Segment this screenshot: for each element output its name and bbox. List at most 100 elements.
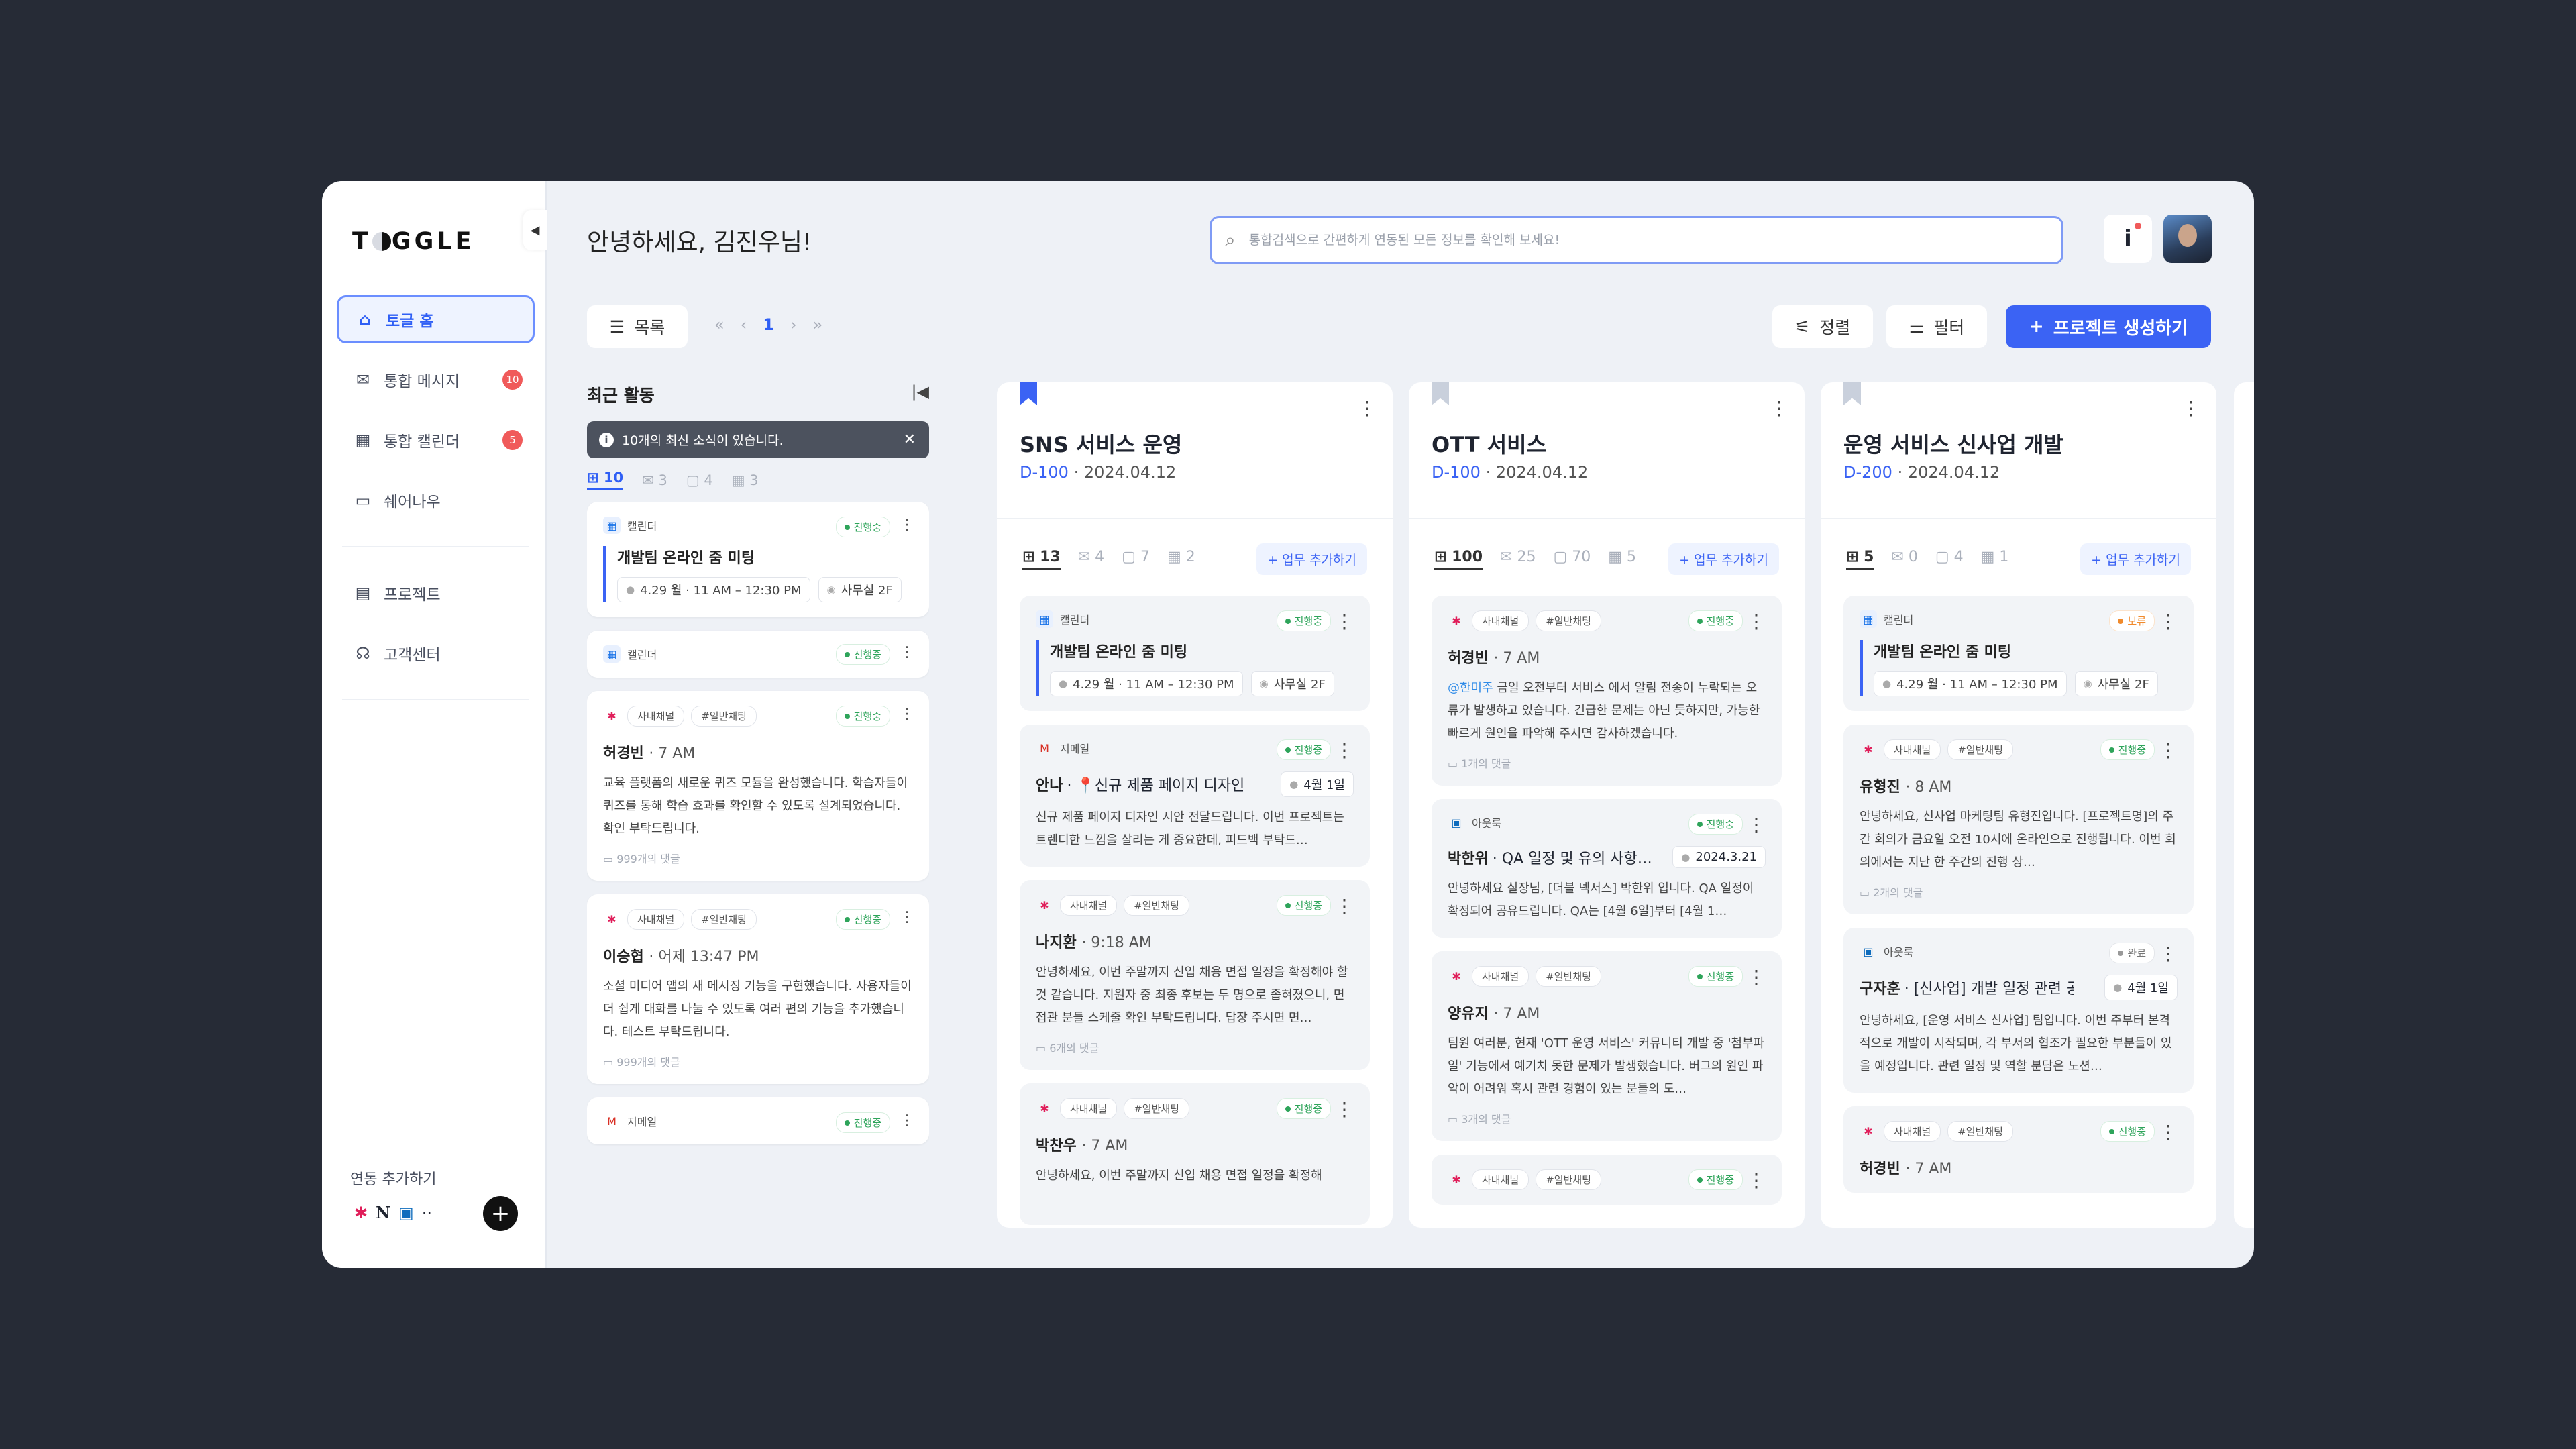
more-icon[interactable]: ⋮ (900, 909, 914, 926)
search-bar[interactable]: ⌕ (1210, 216, 2063, 264)
create-project-button[interactable]: + 프로젝트 생성하기 (2006, 305, 2211, 348)
tab-chat[interactable]: ▢ 70 (1553, 549, 1591, 570)
tab-mail[interactable]: ✉ 4 (1078, 549, 1104, 570)
task-card[interactable]: ✱ 사내채널 #일반채팅 진행중 ⋮ 유형진 · 8 AM 안녕하세요, 신사업 마… (1843, 724, 2194, 914)
sidebar-item-calendar[interactable]: ▦ 통합 캘린더 5 (337, 416, 535, 464)
task-card[interactable]: ▣아웃룩 완료 ⋮ 구자훈· [신사업] 개발 일정 관련 공지●4월 1일 안… (1843, 928, 2194, 1093)
sidebar-item-sharenow[interactable]: ▭ 쉐어나우 (337, 476, 535, 525)
tab-all[interactable]: ⊞ 100 (1434, 549, 1483, 570)
filter-button[interactable]: ⚌ 필터 (1886, 305, 1987, 348)
tab-mail[interactable]: ✉ 3 (642, 472, 667, 488)
activity-card[interactable]: ✱ 사내채널 #일반채팅 진행중 ⋮ 이승협 · 어제 13:47 PM 소셜 미디… (587, 894, 929, 1084)
sort-button[interactable]: ⚟ 정렬 (1772, 305, 1873, 348)
mention[interactable]: @한미주 (1448, 681, 1493, 695)
more-icon[interactable]: ⋮ (1747, 814, 1766, 836)
more-icon[interactable]: ⋮ (1747, 1169, 1766, 1191)
more-icon[interactable]: ⋮ (2159, 1121, 2178, 1143)
more-icon[interactable]: ⋮ (900, 706, 914, 722)
sidebar-item-support[interactable]: ☊ 고객센터 (337, 629, 535, 678)
tab-calendar[interactable]: ▦ 3 (732, 472, 759, 488)
list-view-button[interactable]: ☰ 목록 (587, 305, 688, 348)
event-block: 개발팀 온라인 줌 미팅 ● 4.29 월 · 11 AM – 12:30 PM ◉… (603, 546, 913, 602)
project-filter-tabs: ⊞ 100 ✉ 25 ▢ 70 ▦ 5 (1434, 549, 1636, 570)
tab-chat[interactable]: ▢ 4 (1935, 549, 1964, 570)
prev-page-icon[interactable]: ‹ (741, 315, 747, 334)
sidebar-item-project[interactable]: ▤ 프로젝트 (337, 569, 535, 617)
tab-calendar[interactable]: ▦ 5 (1608, 549, 1636, 570)
bookmark-icon[interactable] (1020, 382, 1037, 405)
tab-chat[interactable]: ▢ 4 (686, 472, 713, 488)
notion-icon[interactable]: N (376, 1203, 390, 1222)
more-icon[interactable]: ⋮ (900, 1112, 914, 1129)
activity-card[interactable]: ✱ 사내채널 #일반채팅 진행중 ⋮ 허경빈 · 7 AM 교육 플랫폼의 새로운 … (587, 691, 929, 881)
task-card[interactable]: ▦ 캘린더 진행중 ⋮ 개발팀 온라인 줌 미팅 ● 4.29 월 · 11 AM … (1020, 596, 1370, 711)
activity-card[interactable]: ▦ 캘린더 진행중 ⋮ (587, 631, 929, 678)
more-icon[interactable]: ⋮ (1747, 966, 1766, 988)
task-card[interactable]: ✱ 사내채널 #일반채팅 진행중 ⋮ (1432, 1155, 1782, 1205)
more-integrations-icon[interactable]: ·· (422, 1203, 432, 1222)
tab-all[interactable]: ⊞ 13 (1022, 549, 1061, 570)
sidebar-collapse-button[interactable]: ◀ (523, 210, 547, 250)
more-icon[interactable]: ⋮ (2159, 943, 2178, 965)
task-card[interactable]: M지메일 진행중 ⋮ 안나· 📍신규 제품 페이지 디자인 시…●4월 1일 신… (1020, 724, 1370, 867)
bookmark-icon[interactable] (1432, 382, 1449, 405)
task-card[interactable]: ✱ 사내채널 #일반채팅 진행중 ⋮ 허경빈 · 7 AM (1843, 1106, 2194, 1193)
more-icon[interactable]: ⋮ (900, 644, 914, 661)
outlook-icon: ▣ (1451, 816, 1462, 829)
more-icon[interactable]: ⋮ (2159, 610, 2178, 633)
more-icon[interactable]: ⋮ (900, 517, 914, 533)
more-icon[interactable]: ⋮ (1335, 610, 1354, 633)
clock-icon: ● (1289, 778, 1299, 790)
tab-all[interactable]: ⊞ 10 (587, 470, 624, 490)
more-icon[interactable]: ⋮ (1747, 610, 1766, 633)
sidebar: T GGLE ◀ ⌂ 토글 홈 ✉ 통합 메시지 10 ▦ 통합 캘린더 5 ▭ … (322, 181, 547, 1268)
task-card[interactable]: ✱ 사내채널 #일반채팅 진행중 ⋮ 양유지 · 7 AM 팀원 여러분, 현재 '… (1432, 951, 1782, 1141)
tab-mail[interactable]: ✉ 25 (1500, 549, 1536, 570)
avatar[interactable] (2163, 215, 2212, 263)
info-icon: i (599, 432, 614, 447)
close-icon[interactable]: ✕ (904, 431, 916, 448)
more-icon[interactable]: ⋮ (1335, 1098, 1354, 1120)
next-page-icon[interactable]: › (790, 315, 797, 334)
project-title[interactable]: SNS 서비스 운영 (1020, 428, 1182, 459)
sidebar-item-home[interactable]: ⌂ 토글 홈 (337, 295, 535, 343)
project-title[interactable]: OTT 서비스 (1432, 428, 1546, 459)
info-button[interactable]: i (2104, 215, 2152, 263)
collapse-panel-icon[interactable]: |◀ (911, 382, 929, 401)
tab-all[interactable]: ⊞ 5 (1846, 549, 1874, 570)
add-task-button[interactable]: + 업무 추가하기 (1256, 543, 1367, 575)
bookmark-icon[interactable] (1843, 382, 1861, 405)
more-icon[interactable]: ⋮ (1335, 895, 1354, 917)
last-page-icon[interactable]: » (813, 315, 823, 334)
tab-calendar[interactable]: ▦ 2 (1167, 549, 1195, 570)
more-icon[interactable]: ⋮ (1770, 397, 1788, 419)
outlook-icon[interactable]: ▣ (398, 1203, 414, 1222)
tab-chat[interactable]: ▢ 7 (1122, 549, 1150, 570)
activity-card[interactable]: ▦ 캘린더 진행중 ⋮ 개발팀 온라인 줌 미팅 ● 4.29 월 · 11 AM … (587, 502, 929, 617)
gmail-icon: M (1040, 741, 1049, 755)
add-task-button[interactable]: + 업무 추가하기 (2080, 543, 2191, 575)
task-card[interactable]: ▣ 아웃룩 진행중 ⋮ 박한위 · QA 일정 및 유의 사항… ● 2024.3.21… (1432, 799, 1782, 938)
project-title[interactable]: 운영 서비스 신사업 개발 (1843, 428, 2063, 459)
more-icon[interactable]: ⋮ (2182, 397, 2200, 419)
more-icon[interactable]: ⋮ (1335, 739, 1354, 761)
current-page[interactable]: 1 (763, 315, 774, 334)
slack-icon[interactable]: ✱ (354, 1203, 368, 1222)
tab-mail[interactable]: ✉ 0 (1891, 549, 1917, 570)
more-icon[interactable]: ⋮ (1358, 397, 1377, 419)
add-integration-button[interactable]: + (483, 1196, 518, 1231)
search-input[interactable] (1248, 233, 1987, 248)
task-card[interactable]: ✱ 사내채널 #일반채팅 진행중 ⋮ 박찬우 · 7 AM 안녕하세요, 이번 주말… (1020, 1083, 1370, 1225)
task-card[interactable]: ▦ 캘린더 보류 ⋮ 개발팀 온라인 줌 미팅 ● 4.29 월 · 11 AM –… (1843, 596, 2194, 711)
tab-calendar[interactable]: ▦ 1 (1981, 549, 2009, 570)
logo[interactable]: T GGLE (352, 228, 475, 255)
activity-card[interactable]: M 지메일 진행중 ⋮ (587, 1097, 929, 1144)
more-icon[interactable]: ⋮ (2159, 739, 2178, 761)
time-chip: ● 4.29 월 · 11 AM – 12:30 PM (1050, 671, 1243, 696)
first-page-icon[interactable]: « (714, 315, 724, 334)
add-task-button[interactable]: + 업무 추가하기 (1668, 543, 1779, 575)
comment-icon: ▭ (1860, 886, 1870, 899)
task-card[interactable]: ✱ 사내채널 #일반채팅 진행중 ⋮ 허경빈 · 7 AM @한미주 금일 오전부터… (1432, 596, 1782, 786)
sidebar-item-messages[interactable]: ✉ 통합 메시지 10 (337, 356, 535, 404)
task-card[interactable]: ✱ 사내채널 #일반채팅 진행중 ⋮ 나지환 · 9:18 AM 안녕하세요, 이번… (1020, 880, 1370, 1070)
